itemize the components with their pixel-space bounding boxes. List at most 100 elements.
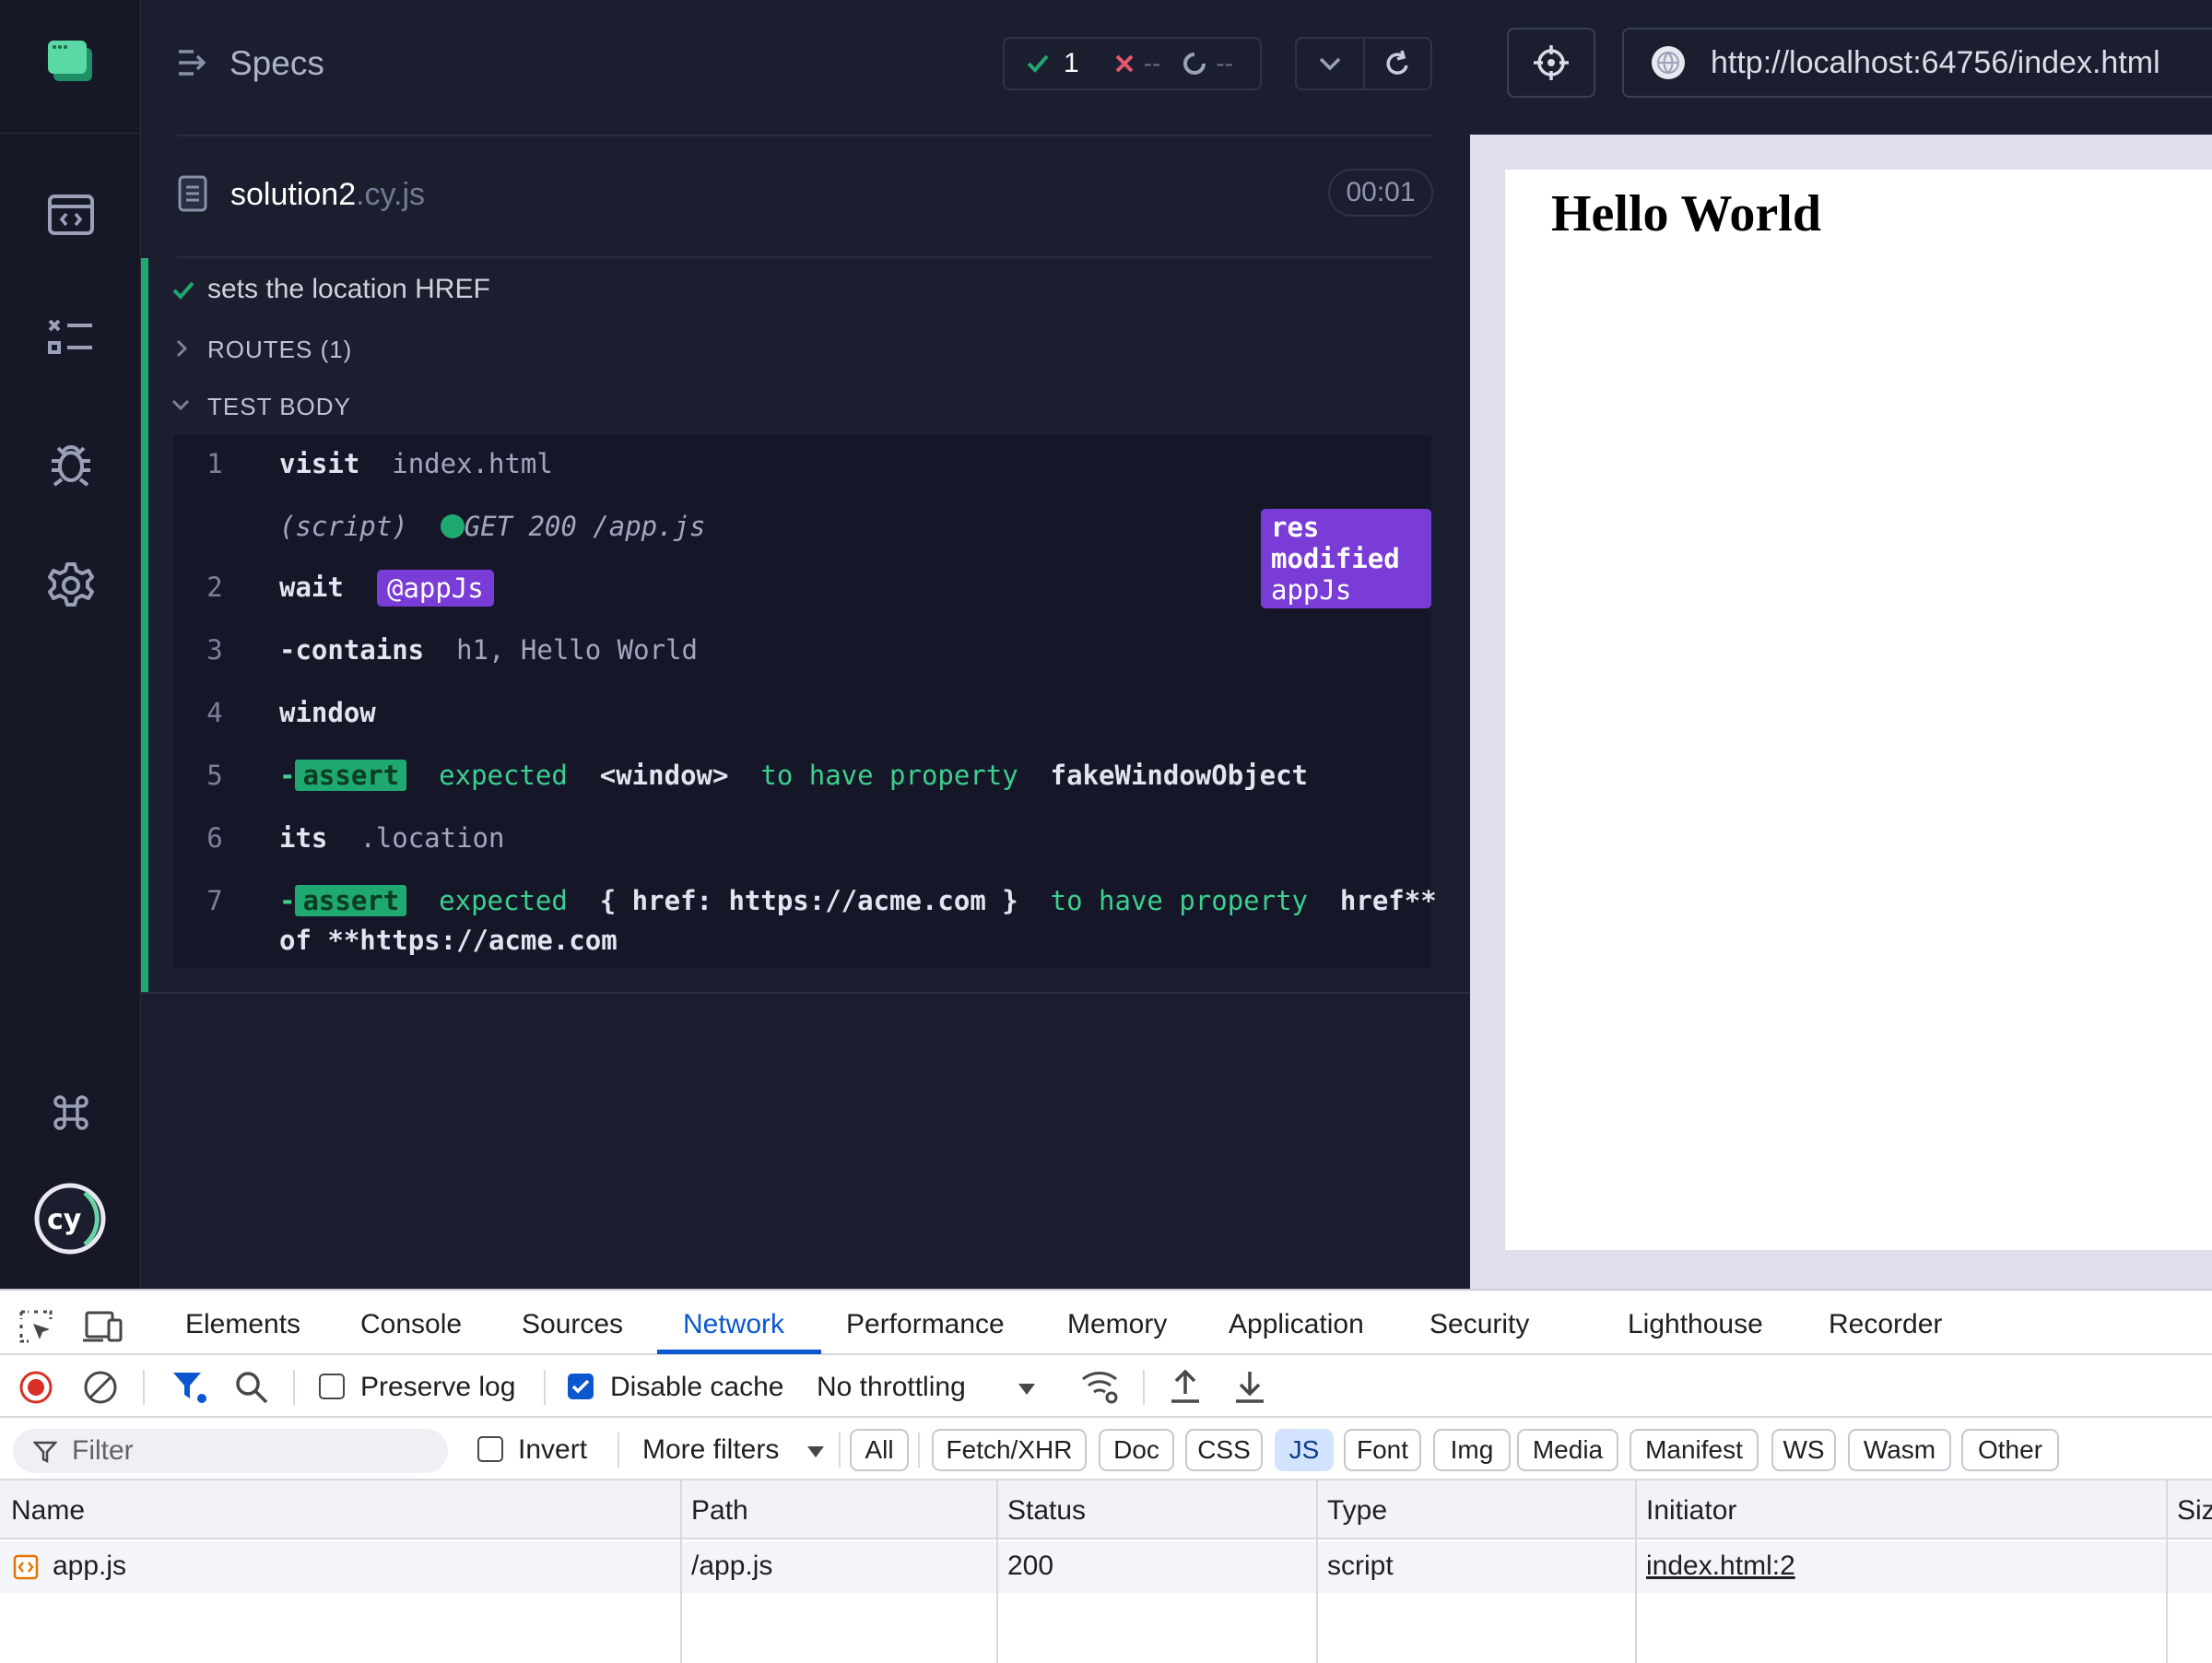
chip-css[interactable]: CSS [1185, 1429, 1263, 1471]
command-number: 5 [206, 760, 223, 791]
request-status: 200 [1007, 1551, 1054, 1581]
network-toolbar: Preserve log Disable cache No throttling [0, 1355, 2212, 1418]
inspect-element-icon[interactable] [18, 1309, 53, 1344]
tab-sources[interactable]: Sources [522, 1309, 623, 1340]
command-row-assert[interactable]: 7 - assert expected { href: https://acme.… [173, 885, 1437, 962]
chip-js[interactable]: JS [1275, 1429, 1334, 1471]
command-row[interactable]: 4 window [173, 697, 1431, 752]
device-toolbar-icon[interactable] [81, 1309, 124, 1344]
tab-network[interactable]: Network [683, 1309, 784, 1340]
keyboard-shortcuts-icon[interactable] [42, 1084, 100, 1141]
command-row-assert[interactable]: 5 - assert expected <window> to have prop… [173, 760, 1431, 815]
command-number: 1 [206, 448, 223, 479]
command-number: 3 [206, 634, 223, 666]
column-header-size[interactable]: Siz [2177, 1495, 2212, 1527]
request-initiator-link[interactable]: index.html:2 [1646, 1551, 1795, 1582]
toolbar-separator [143, 1370, 145, 1405]
passed-count: 1 [1064, 48, 1079, 78]
command-name: (script) [279, 511, 408, 542]
chip-media[interactable]: Media [1517, 1429, 1618, 1471]
runs-nav-icon[interactable] [42, 310, 100, 367]
tab-console[interactable]: Console [360, 1309, 462, 1340]
command-number: 7 [206, 885, 223, 916]
chip-fetch-xhr[interactable]: Fetch/XHR [932, 1429, 1087, 1471]
tab-memory[interactable]: Memory [1067, 1309, 1167, 1340]
export-har-icon[interactable] [1233, 1368, 1266, 1405]
invert-label: Invert [518, 1434, 588, 1465]
column-separator [2166, 1480, 2168, 1663]
settings-gear-icon[interactable] [42, 557, 100, 614]
filter-funnel-icon[interactable] [171, 1370, 208, 1405]
routes-section-toggle[interactable]: ROUTES (1) [207, 336, 352, 364]
command-row-request[interactable]: (script) GET 200 /app.js res modified ap… [173, 509, 1431, 608]
specs-list-icon[interactable] [177, 48, 210, 77]
expand-collapse-button[interactable] [1297, 39, 1365, 88]
request-status-dot [440, 514, 465, 538]
chip-manifest[interactable]: Manifest [1630, 1429, 1759, 1471]
chevron-down-icon[interactable] [171, 398, 191, 413]
chip-img[interactable]: Img [1433, 1429, 1511, 1471]
column-header-initiator[interactable]: Initiator [1646, 1495, 1736, 1527]
app-logo-area [0, 0, 141, 134]
command-number: 6 [206, 822, 223, 854]
preserve-log-checkbox[interactable] [319, 1374, 345, 1399]
chip-all[interactable]: All [850, 1429, 909, 1471]
chip-doc[interactable]: Doc [1099, 1429, 1174, 1471]
more-filters-dropdown[interactable]: More filters [642, 1431, 827, 1469]
test-body-section-toggle[interactable]: TEST BODY [207, 393, 351, 421]
tab-elements[interactable]: Elements [185, 1309, 300, 1340]
column-header-name[interactable]: Name [11, 1495, 85, 1527]
filter-input[interactable]: Filter [13, 1429, 448, 1473]
rerun-button[interactable] [1365, 39, 1431, 88]
clear-icon[interactable] [83, 1370, 118, 1405]
test-title[interactable]: sets the location HREF [207, 274, 490, 305]
tab-security[interactable]: Security [1430, 1309, 1529, 1340]
cypress-app-icon[interactable] [46, 39, 94, 83]
toolbar-separator [1143, 1370, 1145, 1405]
command-row[interactable]: 1 visit index.html [173, 448, 1431, 503]
tab-lighthouse[interactable]: Lighthouse [1628, 1309, 1763, 1340]
command-name: its [279, 822, 328, 854]
command-row[interactable]: 6 its .location [173, 822, 1431, 878]
network-conditions-icon[interactable] [1080, 1368, 1121, 1405]
column-header-type[interactable]: Type [1327, 1495, 1387, 1527]
table-row[interactable]: app.js /app.js 200 script index.html:2 [0, 1541, 2212, 1593]
chip-ws[interactable]: WS [1771, 1429, 1836, 1471]
command-number: 2 [206, 572, 223, 603]
chevron-right-icon[interactable] [174, 338, 189, 359]
chrome-devtools: Elements Console Sources Network Perform… [0, 1289, 2212, 1663]
aut-url-bar[interactable]: http://localhost:64756/index.html [1622, 28, 2212, 98]
specs-header-title[interactable]: Specs [229, 44, 324, 83]
disable-cache-checkbox[interactable] [568, 1374, 594, 1399]
chip-wasm[interactable]: Wasm [1848, 1429, 1951, 1471]
search-icon[interactable] [234, 1370, 269, 1405]
test-passed-check-icon [172, 281, 194, 300]
tab-performance[interactable]: Performance [846, 1309, 1005, 1340]
aut-toolbar: http://localhost:64756/index.html [1470, 0, 2212, 135]
chip-other[interactable]: Other [1961, 1429, 2059, 1471]
spec-file-name[interactable]: solution2.cy.js [230, 177, 425, 213]
invert-checkbox[interactable] [477, 1436, 503, 1462]
stop-recording-icon[interactable] [18, 1370, 53, 1405]
column-header-status[interactable]: Status [1007, 1495, 1086, 1527]
checkmark-icon [571, 1379, 590, 1394]
selector-playground-button[interactable] [1507, 28, 1595, 98]
throttling-value: No throttling [817, 1372, 966, 1402]
reporter-controls [1295, 37, 1432, 90]
command-row[interactable]: 2 wait @appJs [173, 570, 1431, 627]
debug-bug-icon[interactable] [42, 435, 100, 492]
command-row[interactable]: 3 -contains h1, Hello World [173, 634, 1431, 690]
command-arg: index.html [392, 448, 553, 479]
chip-font[interactable]: Font [1344, 1429, 1421, 1471]
requests-table-header: Name Path Status Type Initiator Siz [0, 1480, 2212, 1539]
app-under-test-panel: http://localhost:64756/index.html Hello … [1470, 0, 2212, 1289]
column-header-path[interactable]: Path [691, 1495, 748, 1527]
specs-nav-icon[interactable] [42, 186, 100, 243]
reload-icon [1386, 50, 1408, 75]
tab-application[interactable]: Application [1229, 1309, 1364, 1340]
request-type: script [1327, 1551, 1394, 1581]
tab-recorder[interactable]: Recorder [1829, 1309, 1942, 1340]
import-har-icon[interactable] [1169, 1368, 1202, 1405]
throttling-select[interactable]: No throttling [817, 1368, 1038, 1407]
disable-cache-label: Disable cache [610, 1372, 784, 1402]
